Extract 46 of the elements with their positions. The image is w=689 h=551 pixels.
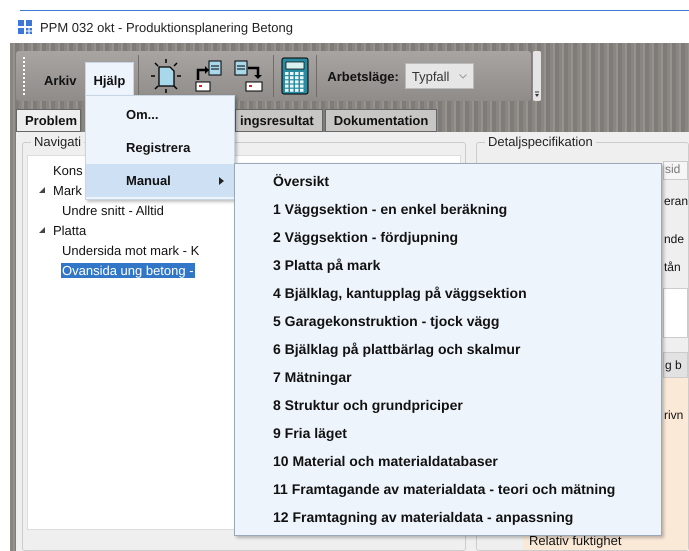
- menu-item[interactable]: 11 Framtagande av materialdata - teori och mätning: [235, 475, 661, 503]
- menu-item[interactable]: Hjälp: [84, 62, 134, 98]
- tree-item[interactable]: Platta: [52, 222, 88, 238]
- tree-item[interactable]: Mark: [52, 182, 83, 198]
- menu-item[interactable]: Arkiv: [36, 62, 85, 98]
- grip-icon[interactable]: [22, 56, 26, 96]
- menu-item[interactable]: 8 Struktur och grundpriciper: [235, 391, 661, 419]
- menu-item[interactable]: Manual: [86, 164, 234, 197]
- menu-item[interactable]: 7 Mätningar: [235, 363, 661, 391]
- menu-item[interactable]: 4 Bjälklag, kantupplag på väggsektion: [235, 279, 661, 307]
- caret-icon: [459, 74, 468, 78]
- menu-item[interactable]: 9 Fria läget: [235, 419, 661, 447]
- field-label: tån: [662, 260, 682, 274]
- field-label: eran: [662, 194, 688, 208]
- field-label: Relativ fuktighet: [528, 533, 622, 548]
- expand-arrow-icon[interactable]: [38, 226, 46, 234]
- menu-item[interactable]: 6 Bjälklag på plattbärlag och skalmur: [235, 335, 661, 363]
- description-text: rivn: [662, 378, 688, 422]
- menu-item[interactable]: 2 Väggsektion - fördjupning: [235, 223, 661, 251]
- menu-item[interactable]: 12 Framtagning av materialdata - anpassning: [235, 503, 661, 531]
- tab[interactable]: Dokumentation: [324, 109, 438, 132]
- tab[interactable]: ingsresultat: [235, 109, 323, 132]
- app-icon: [18, 20, 32, 34]
- menu-item[interactable]: Översikt: [235, 167, 661, 195]
- menu-item[interactable]: Registrera: [86, 131, 234, 164]
- calculator-icon[interactable]: [281, 57, 310, 95]
- expand-arrow-icon[interactable]: [38, 186, 46, 194]
- submenu-arrow-icon: [219, 176, 224, 184]
- tree-item[interactable]: Kons: [52, 162, 84, 178]
- menu-item[interactable]: Om...: [86, 98, 234, 131]
- text-field[interactable]: sid: [662, 161, 688, 180]
- tree-item[interactable]: Undre snitt - Alltid: [61, 202, 165, 218]
- tree-item[interactable]: Undersida mot mark - K: [61, 242, 200, 258]
- menu-item[interactable]: 10 Material och materialdatabaser: [235, 447, 661, 475]
- menu-item[interactable]: 5 Garagekonstruktion - tjock vägg: [235, 307, 661, 335]
- overflow-icon[interactable]: [533, 51, 541, 101]
- group-title: Navigati: [31, 134, 84, 149]
- menu-item[interactable]: 1 Väggsektion - en enkel beräkning: [235, 195, 661, 223]
- tree-item[interactable]: Ovansida ung betong -: [61, 262, 195, 278]
- section-header: g b: [662, 352, 688, 378]
- field-label: nde: [662, 232, 685, 246]
- group-title: Detaljspecifikation: [484, 134, 596, 149]
- mode-label: Arbetsläge:: [327, 68, 399, 84]
- menu-item[interactable]: 3 Platta på mark: [235, 251, 661, 279]
- window-title: PPM 032 okt - Produktionsplanering Betong: [40, 20, 293, 34]
- tab[interactable]: Problem: [16, 109, 82, 132]
